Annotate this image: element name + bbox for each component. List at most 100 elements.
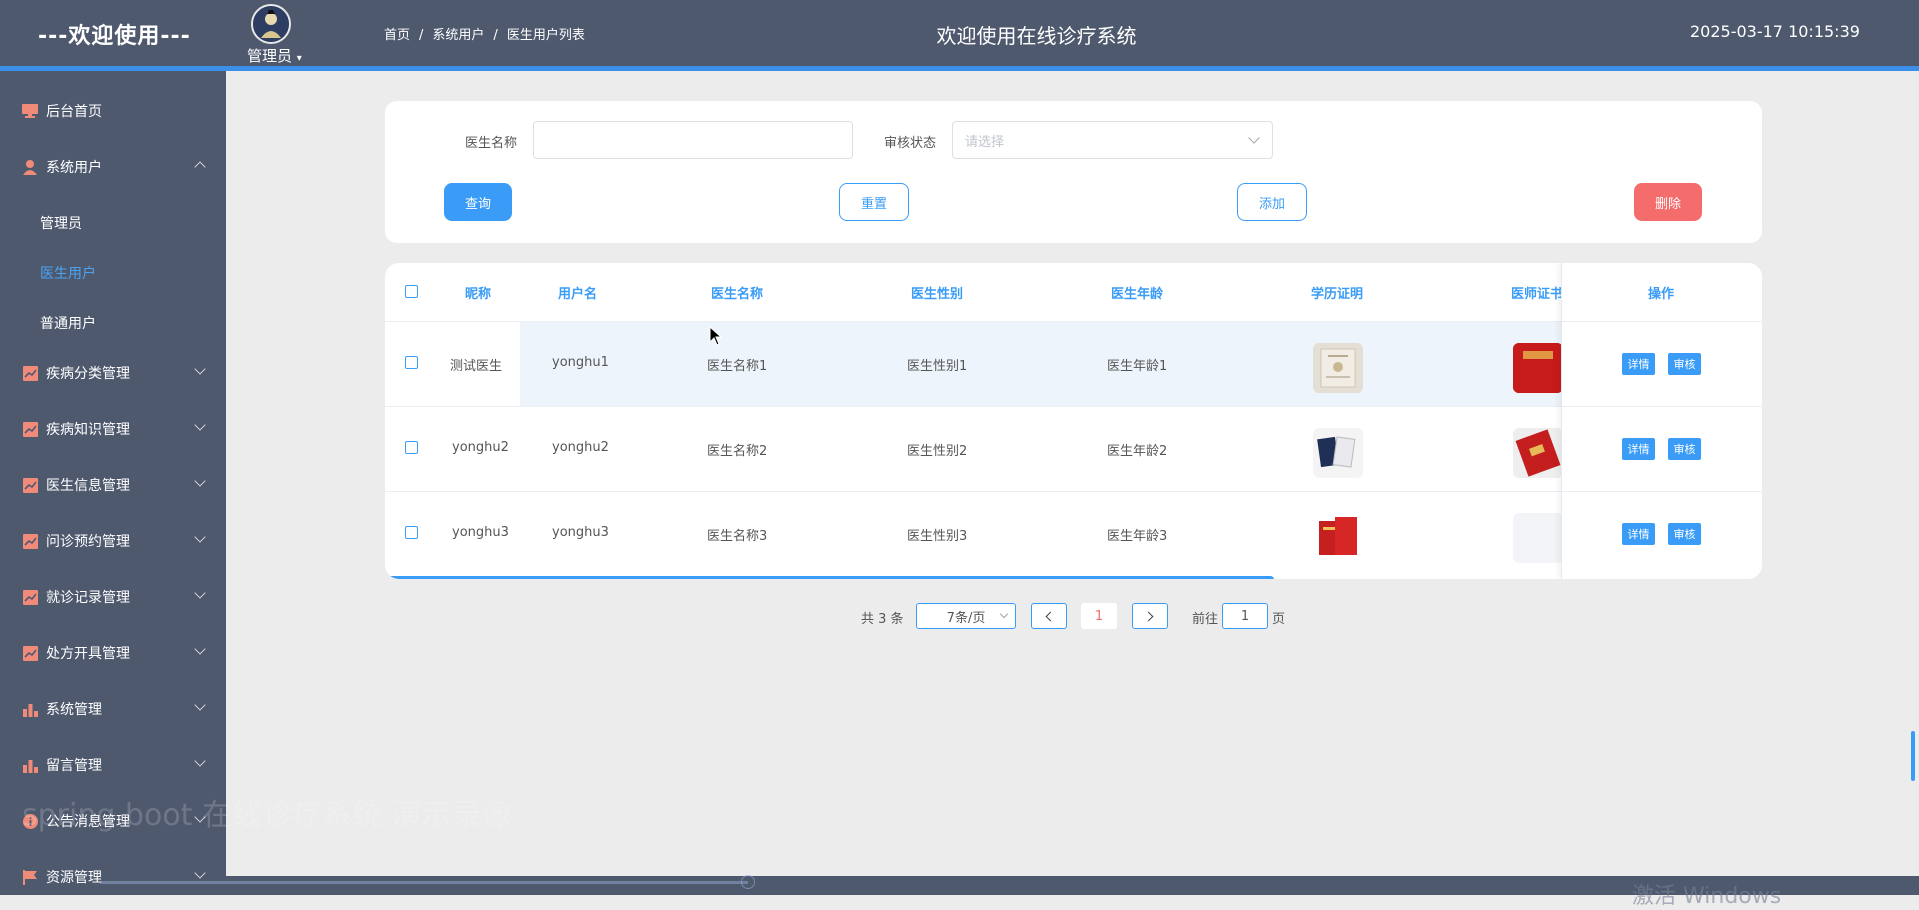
caret-down-icon: ▾ (296, 53, 302, 64)
top-bar: ---欢迎使用--- 管理员 ▾ 首页 / 系统用户 / 医生用户列表 欢迎使用在线诊疗… (0, 0, 1919, 66)
flag-icon (22, 869, 38, 885)
sidebar-item-system-users[interactable]: 系统用户 (0, 147, 226, 187)
doctor-name-label: 医生名称 (465, 136, 518, 151)
detail-button[interactable]: 详情 (1622, 353, 1655, 375)
breadcrumb-doctor-users: 医生用户列表 (506, 28, 585, 43)
sidebar-item-appointment[interactable]: 问诊预约管理 (0, 521, 226, 561)
site-title: 欢迎使用在线诊疗系统 (936, 24, 1137, 48)
chevron-down-icon (194, 755, 206, 767)
sidebar-item-doctor-info[interactable]: 医生信息管理 (0, 465, 226, 505)
search-panel: 医生名称 审核状态 请选择 查询 重置 添加 删除 (385, 101, 1762, 243)
query-button[interactable]: 查询 (444, 183, 512, 221)
header-doctor-age: 医生年龄 (1111, 287, 1164, 302)
prev-page-button[interactable] (1031, 603, 1067, 629)
sidebar-item-label: 疾病分类管理 (46, 366, 130, 382)
datetime: 2025-03-17 10:15:39 (1690, 22, 1860, 41)
education-proof-image[interactable] (1313, 513, 1363, 563)
cell-doctor-gender: 医生性别1 (907, 359, 968, 374)
detail-button[interactable]: 详情 (1622, 523, 1655, 545)
page-number-current[interactable]: 1 (1081, 603, 1117, 629)
chart-line-icon (22, 365, 38, 381)
sidebar-item-prescription[interactable]: 处方开具管理 (0, 633, 226, 673)
video-progress-knob[interactable] (741, 875, 755, 889)
sidebar-item-disease-knowledge[interactable]: 疾病知识管理 (0, 409, 226, 449)
page-size-select[interactable]: 7条/页 (916, 603, 1016, 629)
cell-nickname: yonghu3 (452, 525, 509, 540)
chevron-down-icon (194, 699, 206, 711)
next-page-button[interactable] (1132, 603, 1168, 629)
cell-username: yonghu1 (552, 355, 609, 370)
row-divider (385, 321, 1762, 322)
chart-line-icon (22, 589, 38, 605)
audit-button[interactable]: 审核 (1668, 353, 1701, 375)
header-operations: 操作 (1648, 287, 1675, 302)
audit-status-select[interactable]: 请选择 (952, 121, 1273, 159)
sidebar-item-resources[interactable]: 资源管理 (0, 857, 226, 895)
education-proof-image[interactable] (1313, 428, 1363, 478)
cell-doctor-name: 医生名称1 (707, 359, 768, 374)
audit-button[interactable]: 审核 (1668, 438, 1701, 460)
header-education-proof: 学历证明 (1311, 287, 1364, 302)
sidebar-item-messages[interactable]: 留言管理 (0, 745, 226, 785)
row-checkbox[interactable] (405, 526, 418, 539)
sidebar-subitem-normal-users[interactable]: 普通用户 (40, 313, 96, 333)
sidebar-item-label: 处方开具管理 (46, 646, 130, 662)
sidebar-subitem-doctor-users[interactable]: 医生用户 (40, 263, 96, 283)
breadcrumb-home[interactable]: 首页 (384, 28, 410, 43)
header-username: 用户名 (558, 287, 598, 302)
row-checkbox[interactable] (405, 441, 418, 454)
row-checkbox[interactable] (405, 356, 418, 369)
cell-doctor-age: 医生年龄1 (1107, 359, 1168, 374)
select-all-checkbox[interactable] (405, 285, 418, 298)
delete-button[interactable]: 删除 (1634, 183, 1702, 221)
bar-chart-icon (22, 701, 38, 717)
chevron-down-icon (194, 363, 206, 375)
sidebar-item-disease-category[interactable]: 疾病分类管理 (0, 353, 226, 393)
chevron-down-icon (194, 587, 206, 599)
table-horizontal-scrollbar[interactable] (385, 576, 1274, 579)
monitor-icon (22, 103, 38, 119)
sidebar-item-visit-records[interactable]: 就诊记录管理 (0, 577, 226, 617)
add-button[interactable]: 添加 (1237, 183, 1307, 221)
sidebar-item-label: 问诊预约管理 (46, 534, 130, 550)
sidebar-item-label: 资源管理 (46, 870, 102, 886)
cell-doctor-age: 医生年龄3 (1107, 529, 1168, 544)
audit-button[interactable]: 审核 (1668, 523, 1701, 545)
header-doctor-gender: 医生性别 (911, 287, 964, 302)
page-size-value: 7条/页 (946, 610, 986, 626)
sidebar-subitem-admin[interactable]: 管理员 (40, 213, 82, 233)
breadcrumb-system-users[interactable]: 系统用户 (432, 28, 484, 43)
chevron-right-icon (1143, 611, 1154, 621)
role-dropdown[interactable]: 管理员 ▾ (247, 45, 302, 66)
sidebar: 后台首页 系统用户 管理员 医生用户 普通用户 疾病分类管理 疾病知识管理 医生… (0, 71, 226, 895)
video-progress-bar[interactable] (100, 881, 748, 884)
row-divider (1562, 406, 1762, 407)
cell-nickname: 测试医生 (450, 359, 503, 374)
brand-title: ---欢迎使用--- (38, 24, 191, 49)
goto-label: 前往 (1192, 612, 1219, 627)
detail-button[interactable]: 详情 (1622, 438, 1655, 460)
physician-certificate-image[interactable] (1513, 343, 1563, 393)
chevron-down-icon (1248, 132, 1260, 144)
mouse-cursor-icon (709, 325, 723, 350)
doctor-name-input[interactable] (533, 121, 853, 159)
chart-line-icon (22, 477, 38, 493)
education-proof-image[interactable] (1313, 343, 1363, 393)
chart-line-icon (22, 533, 38, 549)
chevron-down-icon (194, 419, 206, 431)
header-nickname: 昵称 (465, 287, 492, 302)
sidebar-item-system-manage[interactable]: 系统管理 (0, 689, 226, 729)
row-divider (385, 406, 1762, 407)
sidebar-item-home[interactable]: 后台首页 (0, 91, 226, 131)
user-icon (22, 159, 38, 175)
bar-chart-icon (22, 757, 38, 773)
chevron-down-icon (194, 643, 206, 655)
goto-page-input[interactable]: 1 (1222, 603, 1268, 629)
sidebar-item-label: 就诊记录管理 (46, 590, 130, 606)
physician-certificate-image[interactable] (1513, 428, 1563, 478)
chevron-up-icon (194, 161, 206, 173)
physician-certificate-image[interactable] (1513, 513, 1563, 563)
reset-button[interactable]: 重置 (839, 183, 909, 221)
page-vertical-scrollbar[interactable] (1911, 731, 1915, 781)
avatar[interactable] (251, 4, 291, 44)
